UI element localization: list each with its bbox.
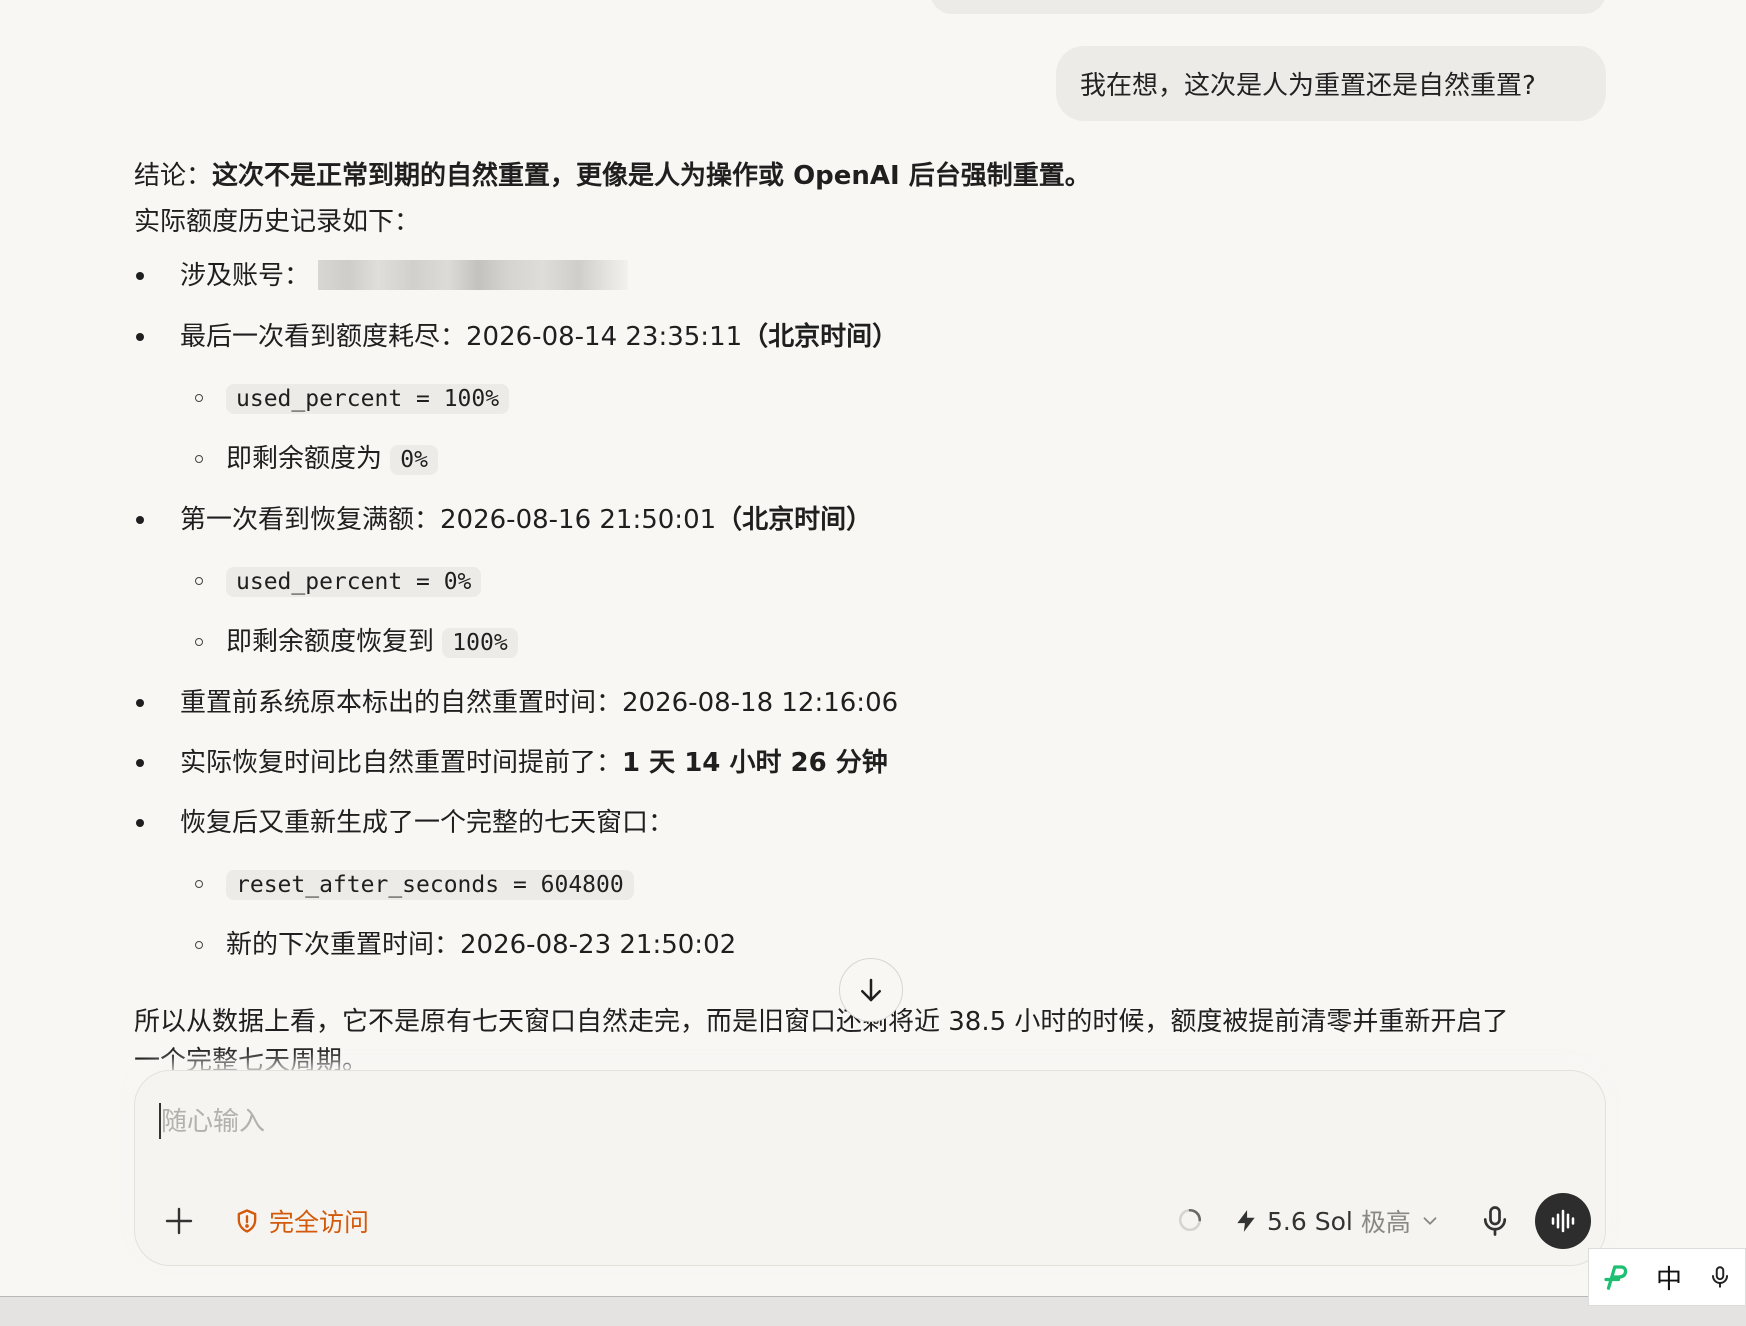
model-selector[interactable]: 5.6 Sol 极高 [1233, 1203, 1441, 1239]
voice-mode-button[interactable] [1535, 1193, 1591, 1249]
bullet-dot [136, 819, 144, 827]
code-remaining-value: 0% [390, 445, 438, 475]
taskbar-strip [0, 1296, 1746, 1326]
first-full-value: 2026-08-16 21:50:01 [440, 505, 717, 535]
summary-text: 所以从数据上看，它不是原有七天窗口自然走完，而是旧窗口还剩将近 38.5 小时的… [134, 1007, 1509, 1037]
plus-icon[interactable] [161, 1203, 197, 1239]
ime-logo-icon[interactable] [1601, 1262, 1631, 1292]
code-used-percent-0: used_percent = 0% [226, 567, 482, 597]
microphone-icon[interactable] [1477, 1203, 1513, 1239]
code-reset-seconds: reset_after_seconds = 604800 [226, 870, 634, 900]
restored-label: 即剩余额度恢复到 [226, 627, 435, 657]
lightning-icon [1237, 1210, 1255, 1232]
timezone-label: （北京时间） [742, 322, 899, 352]
sub-item-used-0: used_percent = 0% [226, 563, 482, 600]
bullet-dot [136, 699, 144, 707]
timezone-label: （北京时间） [716, 505, 873, 535]
sub-item-remaining: 即剩余额度为 0% [226, 441, 438, 478]
bullet-dot [136, 759, 144, 767]
list-item-last-exhausted: 最后一次看到额度耗尽：2026-08-14 23:35:11（北京时间） [180, 319, 898, 355]
sub-bullet-ring [195, 394, 203, 402]
account-label: 涉及账号： [180, 261, 311, 291]
conclusion-label: 结论： [134, 161, 213, 191]
history-intro: 实际额度历史记录如下： [134, 207, 421, 237]
last-exhausted-value: 2026-08-14 23:35:11 [466, 322, 743, 352]
effort-label: 极高 [1360, 1208, 1411, 1237]
model-label: 5.6 Sol [1267, 1206, 1353, 1236]
remaining-label: 即剩余额度为 [226, 444, 383, 474]
previous-message-bubble [930, 0, 1606, 14]
ime-mic-icon[interactable] [1707, 1264, 1733, 1290]
sub-bullet-ring [195, 577, 203, 585]
spinner-icon [1178, 1208, 1202, 1232]
list-item-new-window: 恢复后又重新生成了一个完整的七天窗口： [180, 808, 675, 838]
shield-alert-icon [237, 1209, 257, 1233]
sub-bullet-ring [195, 455, 203, 463]
sub-bullet-ring [195, 880, 203, 888]
first-full-label: 第一次看到恢复满额： [180, 505, 441, 535]
bullet-dot [136, 272, 144, 280]
voice-wave-icon [1551, 1209, 1575, 1233]
composer[interactable]: 随心输入 完全访问 5.6 Sol 极高 [134, 1070, 1606, 1266]
sub-item-reset-seconds: reset_after_seconds = 604800 [226, 866, 634, 903]
sub-item-next-reset: 新的下次重置时间：2026-08-23 21:50:02 [226, 927, 736, 963]
ime-mode-toggle[interactable]: 中 [1656, 1259, 1682, 1296]
list-item-account: 涉及账号： [180, 258, 629, 294]
ime-toolbar[interactable]: 中 [1588, 1248, 1746, 1306]
redacted-account [318, 260, 629, 290]
sub-item-used-100: used_percent = 100% [226, 380, 510, 417]
message-input[interactable]: 随心输入 [161, 1101, 265, 1138]
chevron-down-icon [1423, 1217, 1437, 1225]
code-used-percent-100: used_percent = 100% [226, 384, 510, 414]
full-access-button[interactable]: 完全访问 [233, 1203, 369, 1239]
list-item-advance: 实际恢复时间比自然重置时间提前了：1 天 14 小时 26 分钟 [180, 745, 888, 781]
full-access-label: 完全访问 [269, 1208, 370, 1237]
sub-bullet-ring [195, 638, 203, 646]
bullet-dot [136, 333, 144, 341]
advance-label: 实际恢复时间比自然重置时间提前了： [180, 748, 623, 778]
next-reset-label: 新的下次重置时间： [226, 930, 461, 960]
last-exhausted-label: 最后一次看到额度耗尽： [180, 322, 467, 352]
list-item-first-full: 第一次看到恢复满额：2026-08-16 21:50:01（北京时间） [180, 502, 872, 538]
next-reset-value: 2026-08-23 21:50:02 [460, 930, 737, 960]
conclusion-line: 结论：这次不是正常到期的自然重置，更像是人为操作或 OpenAI 后台强制重置。 [134, 158, 1091, 194]
sub-item-restored: 即剩余额度恢复到 100% [226, 624, 518, 661]
sub-bullet-ring [195, 941, 203, 949]
advance-value: 1 天 14 小时 26 分钟 [622, 748, 888, 778]
user-message-text: 我在想，这次是人为重置还是自然重置? [1080, 71, 1536, 101]
code-restored-value: 100% [442, 628, 518, 658]
natural-reset-label: 重置前系统原本标出的自然重置时间： [180, 688, 623, 718]
scroll-to-bottom-button[interactable] [839, 958, 903, 1022]
user-message-bubble: 我在想，这次是人为重置还是自然重置? [1056, 46, 1606, 121]
arrow-down-icon [861, 978, 881, 1002]
bullet-dot [136, 516, 144, 524]
conclusion-text: 这次不是正常到期的自然重置，更像是人为操作或 OpenAI 后台强制重置。 [212, 161, 1091, 191]
natural-reset-value: 2026-08-18 12:16:06 [622, 688, 899, 718]
list-item-natural-reset: 重置前系统原本标出的自然重置时间：2026-08-18 12:16:06 [180, 685, 898, 721]
